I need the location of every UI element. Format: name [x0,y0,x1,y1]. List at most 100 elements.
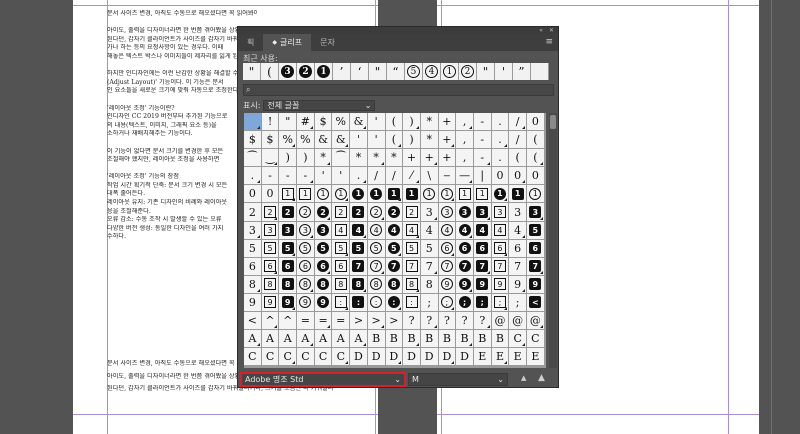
glyph-cell[interactable]: 2 [261,203,280,222]
glyph-cell[interactable]: D [385,348,404,367]
glyph-cell[interactable]: 9 [244,293,262,313]
glyph-cell[interactable]: A [332,330,351,349]
glyph-cell[interactable]: 8 [420,275,439,294]
glyph-cell[interactable]: ; [491,293,510,313]
font-family-dropdown[interactable]: Adobe 명조 Std ⌄ [240,372,406,387]
glyph-cell[interactable]: 9 [456,275,474,294]
glyph-cell[interactable]: 7 [438,257,457,276]
glyph-cell[interactable]: ‐ [297,167,315,186]
glyph-cell[interactable]: - [473,149,492,168]
glyph-cell[interactable]: 8 [350,275,368,294]
glyph-cell[interactable]: C [314,348,333,367]
glyph-cell[interactable]: & [332,131,351,150]
glyph-cell[interactable]: : [350,293,368,313]
glyph-cell[interactable]: 6 [244,257,262,276]
recent-glyph-cell[interactable]: 1 [315,63,333,80]
glyph-cell[interactable]: 1 [456,185,474,204]
glyph-cell[interactable]: C [244,348,262,367]
glyph-cell[interactable]: 1 [491,185,510,204]
glyph-cell[interactable]: 5 [350,239,368,258]
glyph-cell[interactable]: 4 [420,221,439,240]
glyph-cell[interactable]: : [332,293,351,313]
glyph-cell[interactable]: C [509,330,527,349]
glyph-grid-scrollbar[interactable] [549,113,557,368]
glyph-cell[interactable]: + [403,149,421,168]
recent-glyph-cell[interactable]: ' [495,63,513,80]
glyph-cell[interactable]: E [509,348,527,367]
recent-glyph-cell[interactable]: ’ [333,63,351,80]
glyph-cell[interactable]: ; [509,293,527,313]
glyph-cell[interactable]: 8 [297,275,315,294]
glyph-cell[interactable]: D [420,348,439,367]
tab-stroke[interactable]: 획 [238,34,263,51]
glyph-cell[interactable]: 7 [403,257,421,276]
glyph-cell[interactable]: 2 [403,203,421,222]
glyph-cell[interactable]: 4 [456,221,474,240]
glyph-cell[interactable]: A [279,330,298,349]
glyph-cell[interactable]: $ [261,131,280,150]
tab-glyphs[interactable]: ◆ 글리프 [263,34,312,51]
recent-glyph-cell[interactable]: ” [513,63,531,80]
glyph-cell[interactable]: D [438,348,457,367]
glyph-cell[interactable]: 4 [491,221,510,240]
glyph-cell[interactable]: C [297,348,315,367]
glyph-cell[interactable]: 5 [279,239,298,258]
glyph-cell[interactable]: 4 [509,221,527,240]
glyph-cell[interactable]: & [314,131,333,150]
zoom-in-icon[interactable]: ▲ [538,373,545,383]
glyph-cell[interactable] [244,113,262,132]
glyph-cell[interactable]: ' [367,113,386,132]
panel-titlebar[interactable]: « ✕ [238,27,558,34]
glyph-cell[interactable]: + [438,149,457,168]
glyph-cell[interactable]: / [509,131,527,150]
glyph-cell[interactable]: B [438,330,457,349]
glyph-cell[interactable]: A [350,330,368,349]
glyph-cell[interactable]: 1 [279,185,298,204]
glyph-cell[interactable]: 9 [261,293,280,313]
glyph-cell[interactable]: ) [403,131,421,150]
glyph-cell[interactable]: > [350,312,368,331]
glyph-cell[interactable]: ' [332,167,351,186]
glyph-cell[interactable]: B [473,330,492,349]
glyph-cell[interactable]: 8 [244,275,262,294]
glyph-cell[interactable]: A [314,330,333,349]
scroll-thumb[interactable] [550,115,556,129]
glyph-cell[interactable]: C [527,330,545,349]
glyph-cell[interactable]: 5 [385,239,404,258]
glyph-cell[interactable]: A [297,330,315,349]
glyph-cell[interactable]: ' [350,131,368,150]
glyph-cell[interactable]: ^ [261,312,280,331]
glyph-cell[interactable]: % [332,113,351,132]
recent-glyph-cell[interactable]: 3 [279,63,297,80]
glyph-cell[interactable]: . [491,149,510,168]
glyph-cell[interactable]: ) [403,113,421,132]
glyph-cell[interactable]: * [314,149,333,168]
glyph-cell[interactable]: , [456,113,474,132]
glyph-cell[interactable]: 0 [509,167,527,186]
glyph-cell[interactable]: 8 [403,275,421,294]
glyph-cell[interactable]: ? [420,312,439,331]
glyph-cell[interactable]: 5 [527,221,545,240]
glyph-cell[interactable]: 6 [332,257,351,276]
glyph-cell[interactable]: ⁀ [244,149,262,168]
glyph-search[interactable]: ⌕ [243,84,554,96]
glyph-cell[interactable]: 7 [420,257,439,276]
glyphs-panel[interactable]: « ✕ 획 ◆ 글리프 문자 ≡ 최근 사용: "(3 2 1’ ‘" “5 4 1 2 " '” … [237,26,559,388]
glyph-cell[interactable]: 3 [456,203,474,222]
glyph-cell[interactable]: ? [438,312,457,331]
glyph-cell[interactable]: 0 [527,113,545,132]
glyph-cell[interactable]: - [473,131,492,150]
glyph-cell[interactable]: - [473,113,492,132]
show-dropdown[interactable]: 전체 글꼴 ⌄ [263,99,376,111]
glyph-cell[interactable]: B [385,330,404,349]
glyph-cell[interactable]: * [350,149,368,168]
glyph-cell[interactable]: % [279,131,298,150]
glyph-cell[interactable]: 6 [473,239,492,258]
glyph-cell[interactable]: 1 [385,185,404,204]
glyph-cell[interactable]: % [297,131,315,150]
glyph-cell[interactable]: 3 [438,203,457,222]
glyph-cell[interactable]: , [456,131,474,150]
glyph-cell[interactable]: , [456,149,474,168]
glyph-cell[interactable]: ‿ [261,149,280,168]
glyph-cell[interactable]: 5 [403,239,421,258]
